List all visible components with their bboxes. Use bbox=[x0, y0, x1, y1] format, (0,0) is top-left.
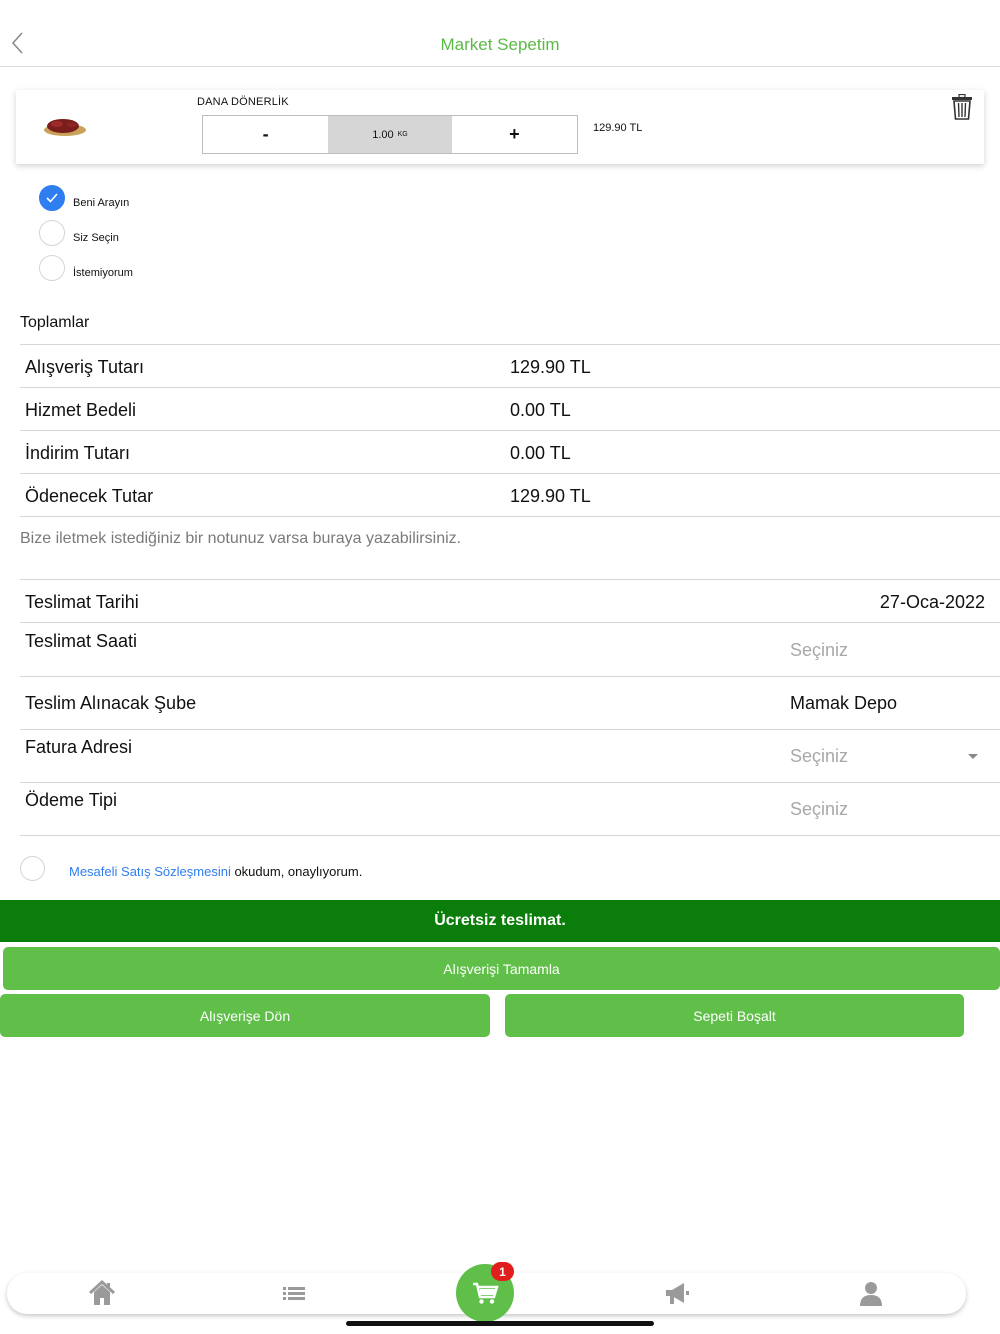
note-input[interactable] bbox=[20, 528, 980, 550]
delivery-time-row[interactable]: Teslimat Saati Seçiniz bbox=[20, 622, 1000, 676]
check-icon bbox=[46, 193, 58, 203]
tab-campaigns[interactable] bbox=[662, 1279, 692, 1307]
quantity-number: 1.00 bbox=[372, 128, 394, 141]
delivery-time-select[interactable]: Seçiniz bbox=[790, 640, 848, 661]
totals-value: 0.00 TL bbox=[510, 443, 571, 463]
totals-row: Alışveriş Tutarı 129.90 TL bbox=[20, 344, 1000, 387]
invoice-address-row[interactable]: Fatura Adresi Seçiniz bbox=[20, 729, 1000, 782]
totals-label: Ödenecek Tutar bbox=[25, 486, 154, 506]
invoice-address-select[interactable]: Seçiniz bbox=[790, 746, 848, 767]
product-name: DANA DÖNERLİK bbox=[197, 96, 289, 108]
pickup-branch-label: Teslim Alınacak Şube bbox=[25, 693, 197, 713]
empty-cart-button[interactable]: Sepeti Boşalt bbox=[505, 994, 964, 1037]
trash-icon bbox=[952, 93, 972, 120]
decrement-button[interactable]: - bbox=[203, 116, 328, 153]
delivery-date-row[interactable]: Teslimat Tarihi 27-Oca-2022 bbox=[20, 579, 1000, 622]
pickup-branch-value[interactable]: Mamak Depo bbox=[790, 693, 897, 714]
contact-option-you-choose[interactable]: Siz Seçin bbox=[39, 220, 119, 246]
meat-icon bbox=[44, 119, 86, 136]
product-price: 129.90 TL bbox=[593, 122, 643, 134]
totals-label: Alışveriş Tutarı bbox=[25, 357, 145, 377]
increment-button[interactable]: + bbox=[452, 116, 577, 153]
totals-value: 129.90 TL bbox=[510, 486, 591, 506]
tab-categories[interactable] bbox=[280, 1279, 310, 1307]
invoice-address-label: Fatura Adresi bbox=[25, 737, 133, 757]
totals-label: Hizmet Bedeli bbox=[25, 400, 137, 420]
totals-label: İndirim Tutarı bbox=[25, 443, 131, 463]
distance-sales-agreement-link[interactable]: Mesafeli Satış Sözleşmesini bbox=[69, 864, 231, 879]
payment-type-label: Ödeme Tipi bbox=[25, 790, 118, 810]
user-icon bbox=[860, 1282, 882, 1306]
agreement-checkbox[interactable] bbox=[20, 856, 45, 881]
totals-value: 129.90 TL bbox=[510, 357, 591, 377]
totals-row: İndirim Tutarı 0.00 TL bbox=[20, 430, 1000, 473]
delivery-date-value[interactable]: 27-Oca-2022 bbox=[880, 592, 985, 613]
totals-title: Toplamlar bbox=[20, 314, 90, 331]
totals-row: Ödenecek Tutar 129.90 TL bbox=[20, 473, 1000, 516]
totals-row: Hizmet Bedeli 0.00 TL bbox=[20, 387, 1000, 430]
header: Market Sepetim bbox=[0, 0, 1000, 67]
contact-option-call-me[interactable]: Beni Arayın bbox=[39, 185, 129, 211]
totals-value: 0.00 TL bbox=[510, 400, 571, 420]
home-icon bbox=[88, 1279, 116, 1305]
page-title: Market Sepetim bbox=[440, 35, 560, 54]
megaphone-icon bbox=[666, 1283, 689, 1304]
cart-count-badge: 1 bbox=[491, 1262, 514, 1281]
divider bbox=[20, 516, 1000, 517]
agreement-suffix: okudum, onaylıyorum. bbox=[230, 864, 363, 879]
radio-unchecked[interactable] bbox=[39, 220, 65, 246]
quantity-unit: KG bbox=[397, 131, 408, 138]
payment-type-select[interactable]: Seçiniz bbox=[790, 799, 848, 820]
delivery-time-label: Teslimat Saati bbox=[25, 631, 138, 651]
tab-home[interactable] bbox=[87, 1279, 117, 1307]
home-indicator bbox=[346, 1321, 654, 1326]
tab-profile[interactable] bbox=[856, 1279, 886, 1307]
agreement-text: Mesafeli Satış Sözleşmesini okudum, onay… bbox=[69, 864, 362, 879]
payment-type-row[interactable]: Ödeme Tipi Seçiniz bbox=[20, 782, 1000, 835]
list-icon bbox=[283, 1287, 305, 1300]
complete-shopping-button[interactable]: Alışverişi Tamamla bbox=[3, 947, 1000, 990]
back-to-shopping-button[interactable]: Alışverişe Dön bbox=[0, 994, 490, 1037]
radio-unchecked[interactable] bbox=[39, 255, 65, 281]
radio-checked[interactable] bbox=[39, 185, 65, 211]
radio-label: İstemiyorum bbox=[73, 266, 133, 279]
caret-down-icon[interactable] bbox=[968, 754, 978, 759]
radio-label: Siz Seçin bbox=[73, 231, 119, 244]
free-delivery-banner: Ücretsiz teslimat. bbox=[0, 900, 1000, 942]
delivery-date-label: Teslimat Tarihi bbox=[25, 592, 139, 612]
delete-item-button[interactable] bbox=[951, 93, 973, 120]
cart-icon bbox=[473, 1282, 499, 1304]
cart-item-card: DANA DÖNERLİK - 1.00 KG + 129.90 TL bbox=[16, 90, 984, 164]
quantity-value: 1.00 KG bbox=[328, 116, 452, 153]
pickup-branch-row[interactable]: Teslim Alınacak Şube Mamak Depo bbox=[20, 676, 1000, 729]
quantity-stepper: - 1.00 KG + bbox=[202, 115, 578, 154]
radio-label: Beni Arayın bbox=[73, 196, 130, 209]
divider bbox=[20, 835, 1000, 836]
contact-option-dont-want[interactable]: İstemiyorum bbox=[39, 255, 133, 281]
